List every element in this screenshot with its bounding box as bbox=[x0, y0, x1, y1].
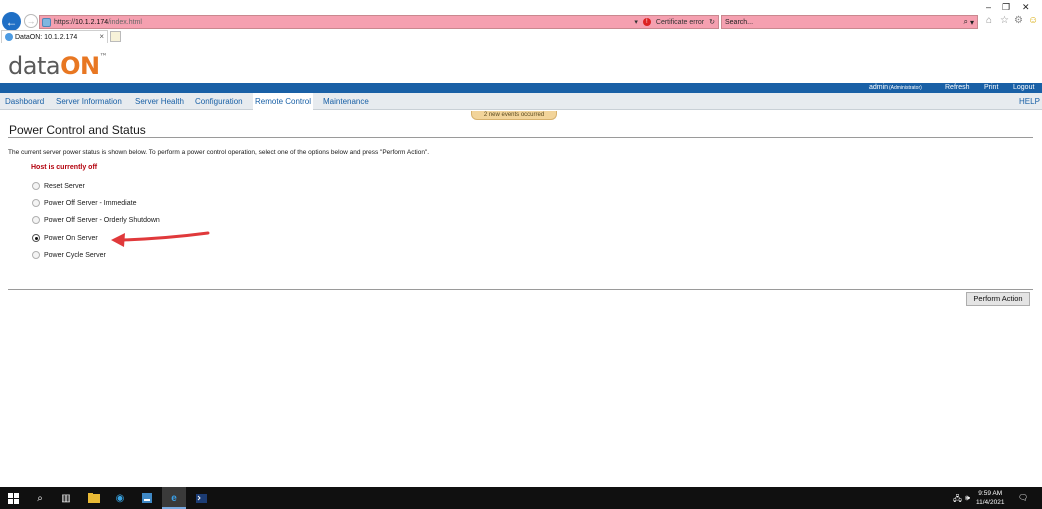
gear-icon[interactable]: ⚙ bbox=[1014, 15, 1023, 26]
dropdown-icon[interactable]: ▾ bbox=[634, 18, 638, 26]
option-label: Power Cycle Server bbox=[44, 251, 106, 259]
restore-button[interactable]: ❐ bbox=[1002, 2, 1010, 13]
nav-server-health[interactable]: Server Health bbox=[133, 93, 186, 110]
terminal-icon[interactable] bbox=[194, 491, 208, 505]
host-status: Host is currently off bbox=[31, 164, 98, 171]
refresh-icon[interactable]: ↻ bbox=[709, 18, 715, 26]
option-label: Power Off Server - Orderly Shutdown bbox=[44, 216, 160, 224]
instructions-text: The current server power status is shown… bbox=[8, 149, 430, 156]
smiley-feedback-icon[interactable]: ☺ bbox=[1028, 15, 1038, 26]
refresh-link[interactable]: Refresh bbox=[945, 83, 970, 93]
clock-date: 11/4/2021 bbox=[976, 499, 1005, 506]
tab-title: DataON: 10.1.2.174 bbox=[15, 33, 78, 41]
nav-dashboard[interactable]: Dashboard bbox=[3, 93, 46, 110]
internet-explorer-icon[interactable]: e bbox=[167, 491, 181, 505]
annotation-arrow bbox=[111, 231, 210, 247]
url-scheme: https:// bbox=[54, 18, 76, 26]
option-reset-server[interactable]: Reset Server bbox=[32, 181, 85, 191]
url-path: /index.html bbox=[108, 18, 142, 26]
home-icon[interactable]: ⌂ bbox=[986, 15, 992, 26]
tab-close-button[interactable]: × bbox=[99, 32, 104, 41]
favorites-star-icon[interactable]: ☆ bbox=[1000, 15, 1009, 26]
browser-chrome: ← → https:// 10.1.2.174 /index.html ▾ ! … bbox=[0, 0, 1042, 43]
server-manager-icon[interactable] bbox=[140, 491, 154, 505]
address-bar[interactable]: https:// 10.1.2.174 /index.html ▾ ! Cert… bbox=[39, 15, 719, 29]
windows-start-icon[interactable] bbox=[6, 491, 20, 505]
site-icon bbox=[42, 17, 51, 27]
page-title: Power Control and Status bbox=[9, 123, 146, 137]
certificate-error-icon: ! bbox=[642, 18, 651, 26]
radio-power-off-orderly[interactable] bbox=[32, 216, 40, 224]
search-icon[interactable]: ⌕ bbox=[33, 491, 47, 505]
option-label: Power On Server bbox=[44, 234, 98, 242]
nav-remote-control[interactable]: Remote Control bbox=[253, 93, 314, 110]
nav-configuration[interactable]: Configuration bbox=[193, 93, 245, 110]
nav-maintenance[interactable]: Maintenance bbox=[321, 93, 371, 110]
back-button[interactable]: ← bbox=[2, 12, 21, 31]
user-role: (Administrator) bbox=[889, 85, 922, 91]
browser-tab[interactable]: DataON: 10.1.2.174 × bbox=[1, 30, 108, 43]
radio-power-on-server[interactable] bbox=[32, 234, 40, 242]
forward-button[interactable]: → bbox=[24, 14, 38, 28]
dropdown-icon[interactable]: ▾ bbox=[970, 18, 974, 27]
system-clock[interactable]: 9:59 AM 11/4/2021 bbox=[976, 489, 1004, 507]
url-host: 10.1.2.174 bbox=[75, 18, 109, 26]
clock-time: 9:59 AM bbox=[978, 490, 1003, 497]
radio-power-off-immediate[interactable] bbox=[32, 199, 40, 207]
top-bar: admin (Administrator) Refresh Print Logo… bbox=[0, 83, 1042, 93]
events-notification[interactable]: 2 new events occurred bbox=[471, 111, 557, 120]
arrow-right-icon: → bbox=[26, 16, 36, 26]
radio-reset-server[interactable] bbox=[32, 182, 40, 190]
user-name: admin bbox=[869, 84, 889, 91]
tab-favicon-icon bbox=[5, 33, 13, 41]
option-label: Reset Server bbox=[44, 182, 85, 190]
network-icon[interactable]: 🖧 bbox=[953, 493, 962, 507]
volume-icon[interactable]: 🕪 bbox=[965, 493, 970, 503]
nav-server-information[interactable]: Server Information bbox=[54, 93, 124, 110]
option-power-cycle-server[interactable]: Power Cycle Server bbox=[32, 250, 106, 260]
help-link[interactable]: HELP bbox=[1017, 93, 1042, 110]
certificate-error-label[interactable]: Certificate error bbox=[656, 19, 704, 26]
divider bbox=[8, 137, 1033, 138]
windows-taskbar: ⌕ ▥ ◉ e 🖧 🕪 9:59 AM 11/4/2021 🗨 bbox=[0, 487, 1042, 509]
search-input[interactable]: Search... ⌕ ▾ bbox=[721, 15, 978, 29]
dataon-logo: dataON™ bbox=[8, 52, 108, 80]
logout-link[interactable]: Logout bbox=[1013, 83, 1034, 93]
new-tab-button[interactable] bbox=[110, 31, 121, 42]
print-link[interactable]: Print bbox=[984, 83, 998, 93]
edge-browser-icon[interactable]: ◉ bbox=[113, 491, 127, 505]
search-placeholder: Search... bbox=[725, 18, 754, 26]
task-view-icon[interactable]: ▥ bbox=[59, 491, 73, 505]
radio-power-cycle-server[interactable] bbox=[32, 251, 40, 259]
minimize-button[interactable]: – bbox=[986, 2, 991, 12]
option-power-off-immediate[interactable]: Power Off Server - Immediate bbox=[32, 198, 136, 208]
option-label: Power Off Server - Immediate bbox=[44, 199, 137, 207]
search-icon[interactable]: ⌕ bbox=[964, 17, 968, 27]
divider bbox=[8, 289, 1033, 290]
arrow-left-icon: ← bbox=[5, 14, 18, 29]
option-power-on-server[interactable]: Power On Server bbox=[32, 233, 98, 243]
notifications-icon[interactable]: 🗨 bbox=[1018, 493, 1028, 502]
option-power-off-orderly[interactable]: Power Off Server - Orderly Shutdown bbox=[32, 215, 160, 225]
main-nav: Dashboard Server Information Server Heal… bbox=[0, 93, 1042, 110]
close-window-button[interactable]: ✕ bbox=[1022, 2, 1030, 13]
file-explorer-icon[interactable] bbox=[87, 491, 101, 505]
perform-action-button[interactable]: Perform Action bbox=[966, 292, 1030, 306]
